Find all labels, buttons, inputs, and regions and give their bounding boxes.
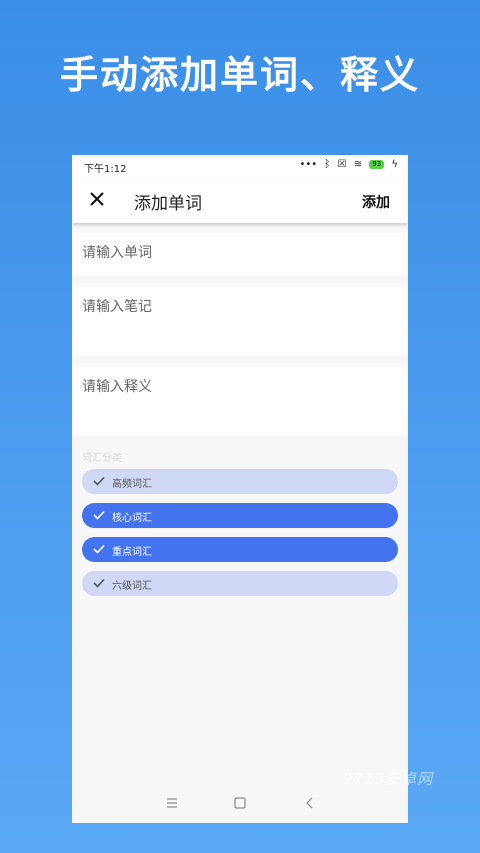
meaning-input[interactable] (82, 379, 392, 395)
chip-high-frequency[interactable]: 高频词汇 (82, 469, 398, 494)
phone-screen: 下午1:12 ••• ᛒ ☒ ≋ 93 ϟ 添加单词 添加 词汇分类 高频词汇 (72, 155, 408, 823)
more-dots-icon: ••• (299, 159, 318, 170)
chip-core[interactable]: 核心词汇 (82, 503, 398, 528)
promo-headline: 手动添加单词、释义 (59, 53, 420, 97)
check-icon (93, 510, 105, 520)
word-input[interactable] (82, 245, 392, 261)
page-title: 添加单词 (134, 194, 202, 214)
sim-icon: ☒ (337, 159, 347, 170)
status-bar: 下午1:12 ••• ᛒ ☒ ≋ 93 ϟ (72, 155, 408, 177)
check-icon (93, 578, 105, 588)
chip-label: 六级词汇 (112, 581, 152, 592)
chip-cet6[interactable]: 六级词汇 (82, 571, 398, 596)
check-icon (93, 476, 105, 486)
app-bar: 添加单词 添加 (72, 177, 408, 223)
back-chevron-icon[interactable] (302, 795, 318, 811)
chip-label: 核心词汇 (112, 513, 152, 524)
battery-icon: 93 (369, 159, 385, 169)
chip-key-points[interactable]: 重点词汇 (82, 537, 398, 562)
charging-icon: ϟ (391, 159, 398, 170)
chip-label: 高频词汇 (112, 479, 152, 490)
close-icon[interactable] (86, 188, 108, 210)
check-icon (93, 544, 105, 554)
status-icons: ••• ᛒ ☒ ≋ 93 ϟ (295, 159, 398, 170)
chip-label: 重点词汇 (112, 547, 152, 558)
note-input[interactable] (82, 299, 392, 315)
home-square-icon[interactable] (232, 795, 248, 811)
word-field-container (72, 233, 408, 275)
note-field-container (72, 287, 408, 355)
status-time: 下午1:12 (84, 164, 127, 175)
watermark: 9713安卓网 (343, 770, 434, 788)
meaning-field-container (72, 367, 408, 435)
menu-icon[interactable] (164, 795, 180, 811)
bluetooth-icon: ᛒ (324, 159, 331, 170)
category-label: 词汇分类 (82, 453, 122, 464)
system-nav-bar (72, 783, 408, 823)
wifi-icon: ≋ (353, 159, 363, 170)
add-button[interactable]: 添加 (362, 192, 390, 212)
